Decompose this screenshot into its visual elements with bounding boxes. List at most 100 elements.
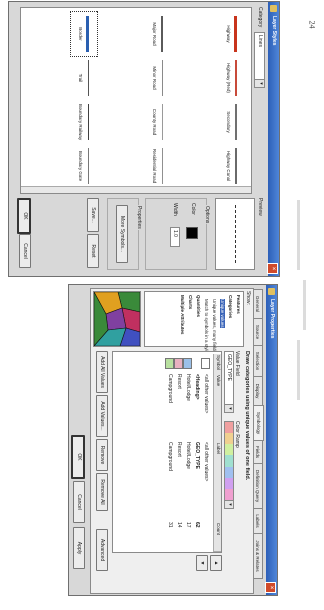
- app-icon: [268, 288, 275, 295]
- move-down-icon[interactable]: ▼: [196, 555, 208, 571]
- style-item[interactable]: Minor Road: [145, 56, 171, 100]
- renderer-tree[interactable]: Features Categories Unique values Unique va…: [144, 291, 244, 353]
- tab-joins-relates[interactable]: Joins & Relates: [253, 533, 263, 579]
- cancel-button[interactable]: Cancel: [19, 234, 31, 268]
- style-item[interactable]: Boundary Gate: [71, 144, 97, 188]
- style-item-label: Major Road: [152, 22, 157, 46]
- page-number: 24: [302, 14, 322, 34]
- ramp-swatch: [225, 444, 233, 456]
- cell-count: 62: [194, 522, 200, 528]
- tab-general[interactable]: General: [253, 289, 263, 319]
- column-header[interactable]: Count: [213, 522, 221, 552]
- window-title: Layer Styles: [271, 16, 277, 46]
- style-line-sample: [88, 60, 89, 96]
- ok-button[interactable]: OK: [17, 198, 31, 234]
- chevron-down-icon[interactable]: ▾: [225, 500, 233, 508]
- color-ramp-preview: [225, 422, 233, 500]
- window-title: Layer Properties: [269, 299, 275, 339]
- chevron-down-icon[interactable]: ▾: [225, 404, 233, 412]
- style-item-label: Highway: [226, 25, 231, 43]
- add-values-button[interactable]: Add Values...: [96, 395, 108, 437]
- cell-label: Hotel/Lodge: [185, 442, 191, 469]
- style-item[interactable]: Trail: [71, 56, 97, 100]
- app-icon: [270, 5, 277, 12]
- cell-label: Resort: [176, 442, 182, 457]
- tree-item[interactable]: Quantities: [196, 295, 201, 317]
- layer-properties-titlebar[interactable]: Layer Properties ×: [265, 285, 277, 595]
- tree-item[interactable]: Multiple Attributes: [180, 295, 185, 334]
- style-item[interactable]: Major Road: [145, 12, 171, 56]
- tree-item[interactable]: Unique values: [220, 299, 225, 328]
- remove-all-button[interactable]: Remove All: [96, 473, 108, 511]
- tree-item[interactable]: Match to symbols in a style: [204, 299, 209, 353]
- value-field-dropdown[interactable]: GEO_TYPE ▾: [224, 351, 234, 413]
- advanced-button[interactable]: Advanced: [96, 529, 108, 571]
- ok-button[interactable]: OK: [71, 435, 85, 479]
- style-item[interactable]: Highway: [219, 12, 245, 56]
- width-input[interactable]: 1.0: [170, 227, 180, 247]
- symbol-swatch[interactable]: [165, 358, 174, 369]
- save-button[interactable]: Save...: [87, 198, 99, 232]
- close-icon[interactable]: ×: [267, 263, 278, 274]
- cancel-button[interactable]: Cancel: [73, 481, 85, 523]
- column-header[interactable]: Label: [213, 442, 221, 524]
- color-ramp-label: Color Ramp: [234, 421, 240, 448]
- color-swatch[interactable]: [186, 227, 198, 239]
- tree-item[interactable]: Unique values, many fields: [212, 299, 217, 353]
- properties-title: Properties: [136, 205, 142, 230]
- style-item-label: Secondary: [226, 111, 231, 133]
- tab-source[interactable]: Source: [253, 318, 263, 346]
- style-item[interactable]: Boundary Railway: [71, 100, 97, 144]
- column-header[interactable]: Symbol: [213, 354, 221, 376]
- style-item[interactable]: Secondary: [219, 100, 245, 144]
- table-row[interactable]: Resort Resort 14: [174, 352, 184, 552]
- table-row[interactable]: <all other values> <all other values>: [201, 352, 211, 552]
- tree-item[interactable]: Categories: [228, 295, 233, 318]
- symbol-swatch[interactable]: [201, 358, 210, 369]
- values-table[interactable]: Symbol Value Label Count <all other values>…: [112, 351, 222, 553]
- style-line-sample: [88, 104, 89, 140]
- table-row[interactable]: Campground Campground 31: [165, 352, 175, 552]
- table-row[interactable]: <Heading> GEO_TYPE 62: [193, 352, 202, 552]
- style-item[interactable]: Residential Road: [145, 144, 171, 188]
- color-ramp-dropdown[interactable]: ▾: [224, 421, 234, 509]
- tree-item[interactable]: Features: [236, 295, 241, 314]
- tab-display[interactable]: Display: [253, 376, 263, 406]
- style-item-label: County Road: [152, 108, 157, 136]
- style-list[interactable]: Highway Highway (Red) Secondary Highway Can…: [20, 7, 252, 194]
- legend-thumbnail: [93, 291, 141, 347]
- layer-properties-panel: Layer Properties × General Source Selectio…: [69, 285, 277, 595]
- tree-item[interactable]: Charts: [188, 295, 193, 309]
- style-item[interactable]: Border: [70, 10, 98, 58]
- style-list-scrollbar[interactable]: [21, 186, 251, 193]
- style-item[interactable]: Highway Canal: [219, 144, 245, 188]
- tab-fields[interactable]: Fields: [253, 440, 263, 464]
- tab-labels[interactable]: Labels: [253, 508, 263, 534]
- add-all-values-button[interactable]: Add All Values: [96, 351, 108, 393]
- options-group: Options Color Width 1.0: [145, 198, 210, 270]
- symbol-swatch[interactable]: [183, 358, 192, 369]
- more-symbols-button[interactable]: More Symbols...: [116, 205, 128, 263]
- style-item[interactable]: County Road: [145, 100, 171, 144]
- table-row[interactable]: Hotel/Lodge Hotel/Lodge 17: [183, 352, 193, 552]
- symbol-swatch[interactable]: [174, 358, 183, 369]
- reset-button[interactable]: Reset: [87, 234, 99, 268]
- remove-button[interactable]: Remove: [96, 439, 108, 471]
- layer-styles-window: Layer Styles × Category Lines ▾ Highway H…: [8, 1, 280, 277]
- close-icon[interactable]: ×: [265, 582, 276, 593]
- style-line-sample: [161, 16, 163, 52]
- chevron-down-icon[interactable]: ▾: [255, 79, 264, 87]
- preview-label: Preview: [257, 198, 263, 216]
- tab-selection[interactable]: Selection: [253, 345, 263, 377]
- column-header[interactable]: Value: [213, 374, 221, 444]
- style-line-sample: [234, 16, 237, 52]
- tab-definition-query[interactable]: Definition Query: [253, 463, 263, 509]
- layer-styles-titlebar[interactable]: Layer Styles ×: [267, 2, 279, 276]
- preview-line: [234, 205, 236, 263]
- category-dropdown[interactable]: Lines ▾: [254, 32, 265, 88]
- tab-symbology[interactable]: Symbology: [253, 405, 264, 441]
- style-item[interactable]: Highway (Red): [219, 56, 245, 100]
- page-number-text: 24: [307, 20, 317, 28]
- apply-button[interactable]: Apply: [73, 527, 85, 569]
- move-up-icon[interactable]: ▲: [210, 555, 222, 571]
